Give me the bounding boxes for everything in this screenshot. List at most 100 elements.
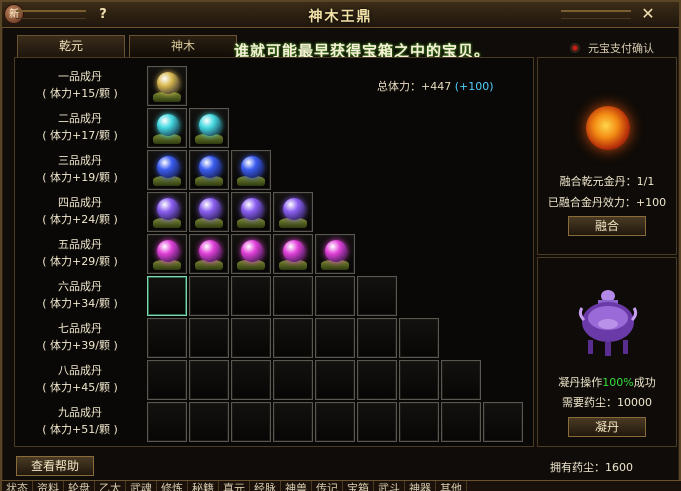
pill-slot-filled[interactable] bbox=[273, 192, 313, 232]
pill-slot-empty[interactable] bbox=[147, 360, 187, 400]
pill-slot-empty[interactable] bbox=[231, 360, 271, 400]
title-ornament-right bbox=[561, 10, 631, 19]
pill-slot-empty[interactable] bbox=[231, 402, 271, 442]
pill-slot-empty[interactable] bbox=[357, 318, 397, 358]
pill-slot-empty[interactable] bbox=[231, 318, 271, 358]
bottom-tab[interactable]: 经脉 bbox=[250, 481, 281, 491]
pill-slot-filled[interactable] bbox=[147, 192, 187, 232]
pill-slot-empty[interactable] bbox=[315, 360, 355, 400]
pill-slot-empty[interactable] bbox=[399, 360, 439, 400]
pill-slot-filled[interactable] bbox=[147, 234, 187, 274]
tier-stat: ( 体力+29/颗 ) bbox=[42, 255, 118, 268]
tier-stat: ( 体力+17/颗 ) bbox=[42, 129, 118, 142]
pill-slot-empty[interactable] bbox=[399, 402, 439, 442]
pill-slot-empty[interactable] bbox=[315, 318, 355, 358]
bottom-tab[interactable]: 宝箱 bbox=[343, 481, 374, 491]
payment-confirm-option[interactable]: 元宝支付确认 bbox=[570, 40, 654, 56]
pill-slot-empty[interactable] bbox=[189, 360, 229, 400]
pill-slot-empty[interactable] bbox=[357, 360, 397, 400]
pill-slot-filled[interactable] bbox=[231, 192, 271, 232]
pill-slot-filled[interactable] bbox=[189, 234, 229, 274]
bottom-tab[interactable]: 其他 bbox=[436, 481, 467, 491]
pill-slot-empty[interactable] bbox=[357, 402, 397, 442]
pill-slot-filled[interactable] bbox=[147, 108, 187, 148]
pill-slot-filled[interactable] bbox=[189, 192, 229, 232]
tier-name: 九品成丹 bbox=[58, 406, 102, 419]
pill-orb-icon bbox=[283, 198, 305, 220]
pill-slot-empty[interactable] bbox=[483, 402, 523, 442]
bottom-tab[interactable]: 真元 bbox=[219, 481, 250, 491]
pill-orb-icon bbox=[157, 240, 179, 262]
golden-pill-orb bbox=[586, 106, 630, 150]
view-help-button[interactable]: 查看帮助 bbox=[16, 456, 94, 476]
pill-slot-filled[interactable] bbox=[231, 234, 271, 274]
tier-label: 二品成丹 ( 体力+17/颗 ) bbox=[15, 110, 145, 144]
bottom-tab[interactable]: 状态 bbox=[2, 481, 33, 491]
pill-slot-empty[interactable] bbox=[231, 276, 271, 316]
tier-name: 六品成丹 bbox=[58, 280, 102, 293]
close-icon[interactable]: ✕ bbox=[639, 5, 657, 23]
bottom-tab-strip: 状态 资料 轮盘 乙太 武魂 修炼 秘籍 真元 经脉 神兽 传记 宝箱 武斗 神器 其他 bbox=[2, 480, 681, 491]
tier-name: 二品成丹 bbox=[58, 112, 102, 125]
pill-slot-empty[interactable] bbox=[273, 318, 313, 358]
tier-stat: ( 体力+19/颗 ) bbox=[42, 171, 118, 184]
pill-grid-panel: 总体力：+447 (+100) 一品成丹 ( 体力+15/颗 ) 二品成丹 ( 体力+… bbox=[14, 57, 534, 447]
pill-slot-empty[interactable] bbox=[147, 276, 187, 316]
pill-slot-empty[interactable] bbox=[273, 360, 313, 400]
pill-slot-filled[interactable] bbox=[147, 66, 187, 106]
required-dust: 需要药尘：10000 bbox=[562, 396, 652, 409]
pill-slot-empty[interactable] bbox=[189, 276, 229, 316]
tier-name: 五品成丹 bbox=[58, 238, 102, 251]
condense-button[interactable]: 凝丹 bbox=[568, 417, 646, 437]
pill-slot-filled[interactable] bbox=[147, 150, 187, 190]
pill-orb-icon bbox=[199, 240, 221, 262]
pill-orb-icon bbox=[199, 114, 221, 136]
bottom-tab[interactable]: 资料 bbox=[33, 481, 64, 491]
bottom-tab[interactable]: 武斗 bbox=[374, 481, 405, 491]
pill-slot-filled[interactable] bbox=[189, 108, 229, 148]
tier-stat: ( 体力+39/颗 ) bbox=[42, 339, 118, 352]
pill-slot-empty[interactable] bbox=[315, 276, 355, 316]
pill-slot-empty[interactable] bbox=[273, 402, 313, 442]
condense-rate-suffix: 成功 bbox=[633, 376, 656, 389]
pill-slot-filled[interactable] bbox=[189, 150, 229, 190]
pill-slot-filled[interactable] bbox=[273, 234, 313, 274]
tier-stat: ( 体力+15/颗 ) bbox=[42, 87, 118, 100]
payment-confirm-label: 元宝支付确认 bbox=[588, 42, 654, 55]
bottom-tab[interactable]: 武魂 bbox=[126, 481, 157, 491]
pill-slot-empty[interactable] bbox=[441, 402, 481, 442]
pill-slot-filled[interactable] bbox=[315, 234, 355, 274]
bottom-tab[interactable]: 神器 bbox=[405, 481, 436, 491]
pill-slot-empty[interactable] bbox=[441, 360, 481, 400]
tier-label: 四品成丹 ( 体力+24/颗 ) bbox=[15, 194, 145, 228]
cauldron-icon bbox=[578, 290, 638, 356]
tier-stat: ( 体力+34/颗 ) bbox=[42, 297, 118, 310]
pill-slot-empty[interactable] bbox=[399, 318, 439, 358]
golden-pill-count: 融合乾元金丹：1/1 bbox=[559, 175, 655, 188]
pill-slot-empty[interactable] bbox=[189, 402, 229, 442]
bottom-tab[interactable]: 乙太 bbox=[95, 481, 126, 491]
pill-slot-filled[interactable] bbox=[231, 150, 271, 190]
pill-slot-empty[interactable] bbox=[357, 276, 397, 316]
bottom-tab[interactable]: 神兽 bbox=[281, 481, 312, 491]
title-bar[interactable]: 新 ? 神木王鼎 ✕ bbox=[2, 2, 679, 28]
tab-qianyuan[interactable]: 乾元 bbox=[17, 35, 125, 57]
bottom-tab[interactable]: 修炼 bbox=[157, 481, 188, 491]
fuse-button[interactable]: 融合 bbox=[568, 216, 646, 236]
pill-slot-empty[interactable] bbox=[147, 318, 187, 358]
tab-shenmu[interactable]: 神木 bbox=[129, 35, 237, 57]
pill-slot-empty[interactable] bbox=[147, 402, 187, 442]
pill-slot-empty[interactable] bbox=[189, 318, 229, 358]
pill-slot-empty[interactable] bbox=[273, 276, 313, 316]
condense-rate-value: 100% bbox=[602, 376, 634, 389]
tier-label: 五品成丹 ( 体力+29/颗 ) bbox=[15, 236, 145, 270]
bottom-tab[interactable]: 传记 bbox=[312, 481, 343, 491]
pill-slot-empty[interactable] bbox=[315, 402, 355, 442]
radio-icon[interactable] bbox=[570, 43, 580, 53]
pill-orb-icon bbox=[241, 198, 263, 220]
bottom-tab[interactable]: 轮盘 bbox=[64, 481, 95, 491]
tier-name: 四品成丹 bbox=[58, 196, 102, 209]
tier-label: 八品成丹 ( 体力+45/颗 ) bbox=[15, 362, 145, 396]
bottom-tab[interactable]: 秘籍 bbox=[188, 481, 219, 491]
total-power: 总体力：+447 (+100) bbox=[377, 78, 494, 94]
